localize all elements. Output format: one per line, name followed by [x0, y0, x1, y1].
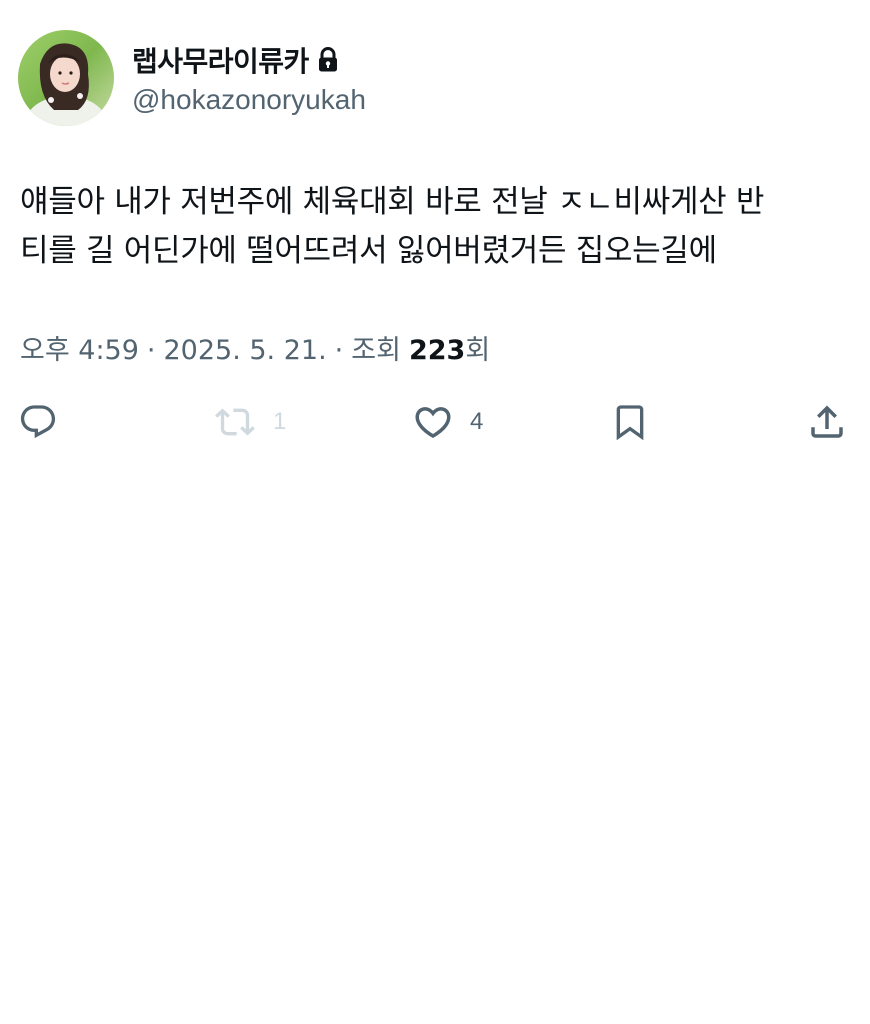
tweet-text-line: 얘들아 내가 저번주에 체육대회 바로 전날 ㅈㄴ비싸게산 반 — [20, 184, 765, 220]
user-names: 랩사무라이류카 @hokazonoryukah — [132, 40, 366, 116]
like-button[interactable]: 4 — [412, 396, 483, 448]
profile-photo — [18, 30, 114, 126]
views-count[interactable]: 223 — [409, 335, 465, 366]
user-handle[interactable]: @hokazonoryukah — [132, 84, 366, 116]
share-button[interactable] — [806, 396, 848, 448]
tweet-date[interactable]: 2025. 5. 21. — [164, 335, 327, 366]
reply-icon — [20, 405, 56, 439]
avatar[interactable] — [18, 30, 114, 126]
bookmark-button[interactable] — [610, 396, 650, 448]
display-name-row: 랩사무라이류카 — [132, 40, 366, 80]
retweet-button[interactable]: 1 — [213, 396, 286, 448]
share-icon — [811, 405, 843, 438]
views-suffix: 회 — [465, 335, 491, 366]
tweet-text: 얘들아 내가 저번주에 체육대회 바로 전날 ㅈㄴ비싸게산 반 티를 길 어딘가… — [20, 178, 850, 276]
heart-icon — [415, 407, 451, 439]
retweet-icon — [215, 408, 255, 436]
reply-button[interactable] — [18, 396, 58, 448]
bookmark-icon — [616, 405, 644, 441]
action-bar: 1 4 — [0, 396, 870, 452]
lock-icon — [317, 47, 339, 73]
tweet-header: 랩사무라이류카 @hokazonoryukah — [18, 30, 366, 126]
like-count: 4 — [470, 408, 484, 435]
meta-separator: · — [334, 335, 344, 366]
meta-separator: · — [146, 335, 156, 366]
views-label: 조회 — [351, 335, 401, 366]
tweet-text-line: 티를 길 어딘가에 떨어뜨려서 잃어버렸거든 집오는길에 — [20, 233, 717, 269]
retweet-count: 1 — [273, 408, 287, 435]
tweet-meta: 오후 4:59 · 2025. 5. 21. · 조회 223 회 — [20, 328, 490, 367]
display-name[interactable]: 랩사무라이류카 — [132, 40, 309, 80]
tweet-time[interactable]: 오후 4:59 — [20, 328, 139, 367]
